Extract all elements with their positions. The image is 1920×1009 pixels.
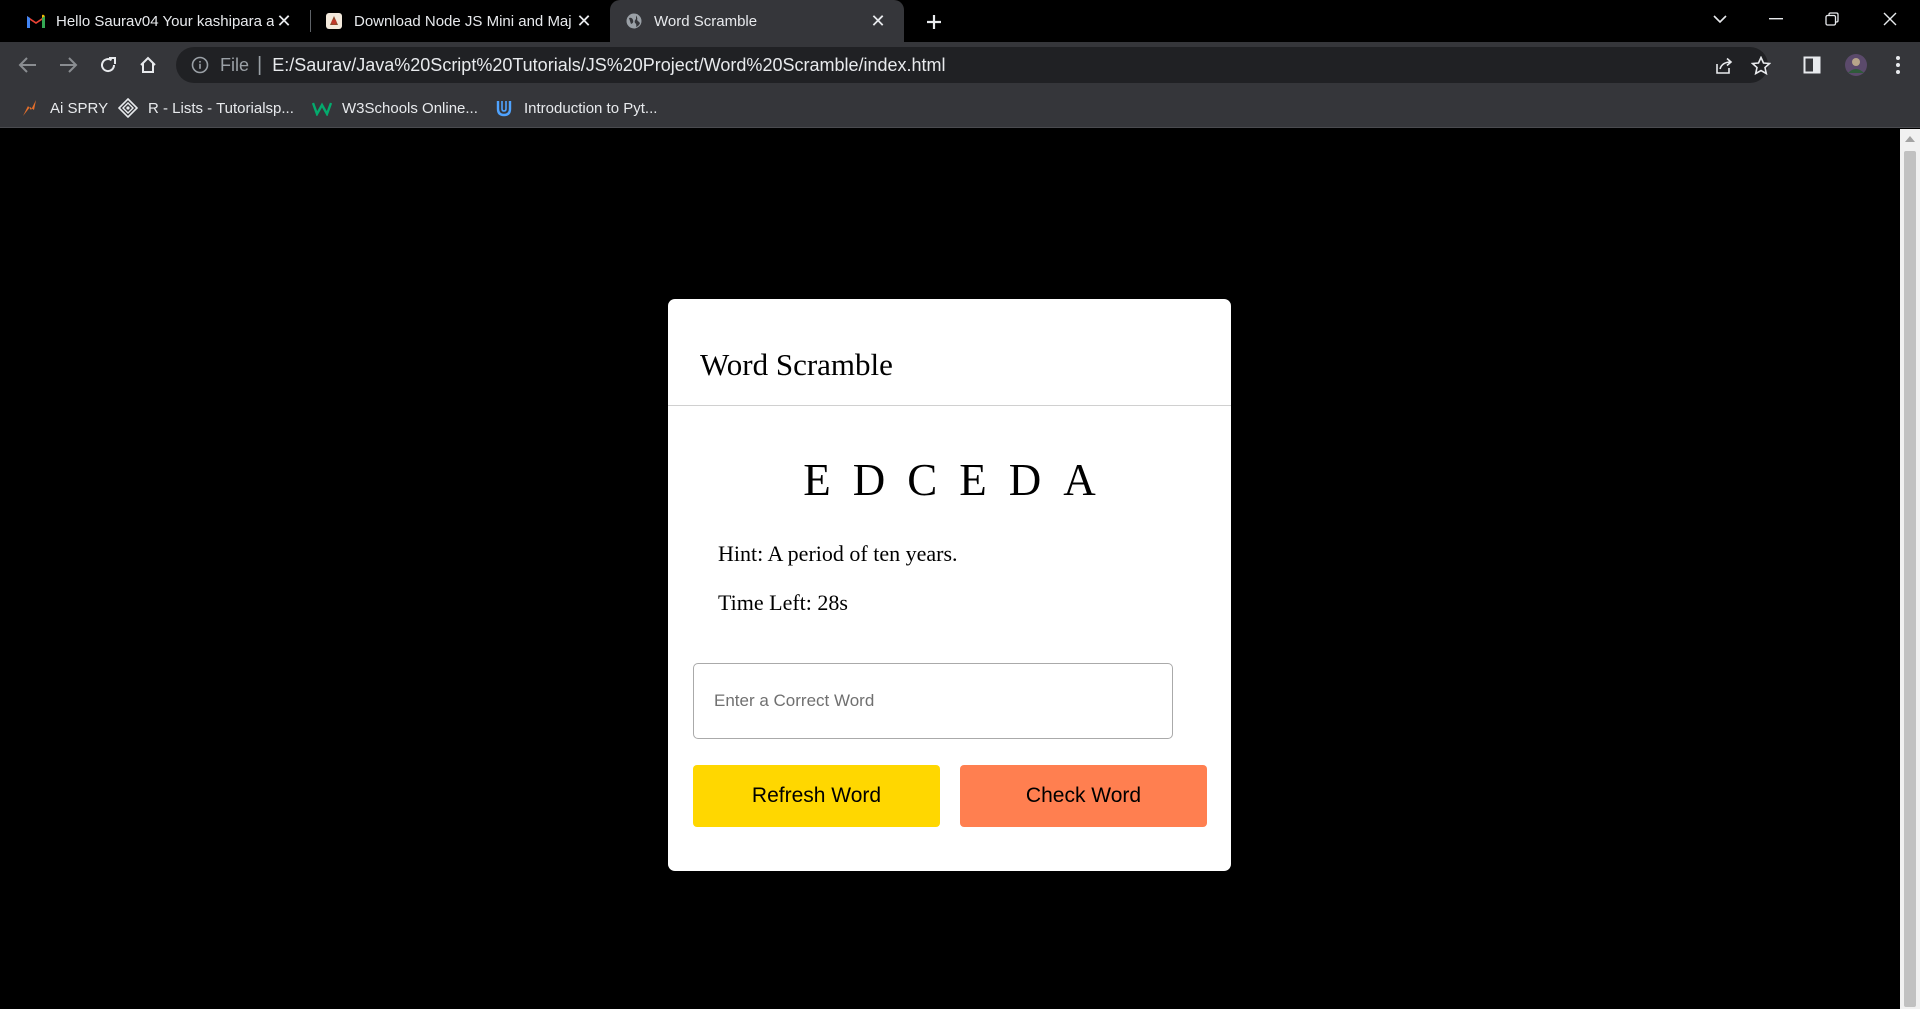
minimize-button[interactable] (1748, 0, 1804, 38)
chevron-down-icon (1713, 15, 1727, 24)
tutorialspoint-icon (118, 98, 138, 118)
close-window-button[interactable] (1862, 0, 1918, 38)
tab-word-scramble[interactable]: Word Scramble ✕ (610, 0, 904, 42)
refresh-word-button[interactable]: Refresh Word (693, 765, 940, 827)
bookmark-star-icon[interactable] (1750, 55, 1772, 77)
scrollbar[interactable] (1900, 129, 1920, 1009)
new-tab-button[interactable] (918, 6, 950, 38)
share-icon[interactable] (1713, 55, 1735, 77)
tab-title: Hello Saurav04 Your kashipara account (56, 12, 274, 30)
close-icon[interactable]: ✕ (866, 9, 890, 33)
minimize-icon (1769, 18, 1783, 20)
bookmark-label: Introduction to Pyt... (524, 99, 658, 117)
bookmark-ai-spry[interactable]: Ai SPRY (20, 96, 108, 120)
kebab-menu-icon (1896, 56, 1900, 74)
bookmark-w3schools[interactable]: W3Schools Online... (312, 96, 478, 120)
bookmark-label: W3Schools Online... (342, 99, 478, 117)
spry-icon (20, 98, 40, 118)
bookmark-label: R - Lists - Tutorialsp... (148, 99, 294, 117)
time-left-text: Time Left: 28s (718, 590, 848, 615)
home-icon (140, 56, 156, 73)
scrambled-word: EDCEDA (803, 455, 1118, 505)
hint-text: Hint: A period of ten years. (718, 541, 958, 566)
word-scramble-card: Word Scramble EDCEDA Hint: A period of t… (668, 299, 1231, 871)
tab-strip: Hello Saurav04 Your kashipara account ✕ … (0, 0, 1920, 42)
gmail-icon (26, 11, 46, 31)
udemy-icon (494, 98, 514, 118)
side-panel-button[interactable] (1796, 49, 1828, 81)
tab-title: Download Node JS Mini and Major Projects (354, 12, 572, 30)
w3schools-icon (312, 98, 332, 118)
profile-button[interactable] (1840, 49, 1872, 81)
bookmark-r-lists[interactable]: R - Lists - Tutorialsp... (118, 96, 294, 120)
title-divider (668, 405, 1231, 406)
forward-button[interactable] (52, 49, 84, 81)
scroll-up-arrow-icon[interactable] (1900, 129, 1920, 149)
close-icon[interactable]: ✕ (272, 9, 296, 33)
tab-separator (310, 10, 311, 32)
tab-gmail[interactable]: Hello Saurav04 Your kashipara account ✕ (26, 0, 296, 42)
browser-toolbar: File | E:/Saurav/Java%20Script%20Tutoria… (0, 42, 1920, 88)
back-button[interactable] (12, 49, 44, 81)
site-icon (324, 11, 344, 31)
scrollbar-thumb[interactable] (1904, 151, 1916, 1007)
reload-button[interactable] (92, 49, 124, 81)
bookmarks-bar: Ai SPRY R - Lists - Tutorialsp... W3Scho… (0, 88, 1920, 128)
bookmark-label: Ai SPRY (50, 99, 109, 117)
globe-icon (624, 11, 644, 31)
arrow-right-icon (60, 57, 78, 73)
page-title: Word Scramble (700, 347, 893, 382)
reload-icon (101, 57, 116, 73)
tab-search-button[interactable] (1692, 0, 1748, 38)
info-icon[interactable] (190, 55, 210, 75)
menu-button[interactable] (1882, 49, 1914, 81)
restore-icon (1825, 12, 1839, 26)
restore-button[interactable] (1804, 0, 1860, 38)
side-panel-icon (1803, 56, 1821, 74)
scheme-label: File (220, 54, 250, 75)
avatar (1845, 54, 1867, 76)
address-bar[interactable]: File | E:/Saurav/Java%20Script%20Tutoria… (176, 47, 1771, 83)
tab-download-node[interactable]: Download Node JS Mini and Major Projects… (324, 0, 596, 42)
tab-title: Word Scramble (654, 12, 758, 30)
bookmark-intro-python[interactable]: Introduction to Pyt... (494, 96, 657, 120)
home-button[interactable] (132, 49, 164, 81)
close-icon[interactable]: ✕ (572, 9, 596, 33)
check-word-button[interactable]: Check Word (960, 765, 1207, 827)
arrow-left-icon (18, 57, 36, 73)
close-icon (1883, 12, 1897, 26)
word-input[interactable] (693, 663, 1173, 739)
address-url[interactable]: E:/Saurav/Java%20Script%20Tutorials/JS%2… (272, 55, 945, 76)
address-separator: | (257, 53, 263, 76)
